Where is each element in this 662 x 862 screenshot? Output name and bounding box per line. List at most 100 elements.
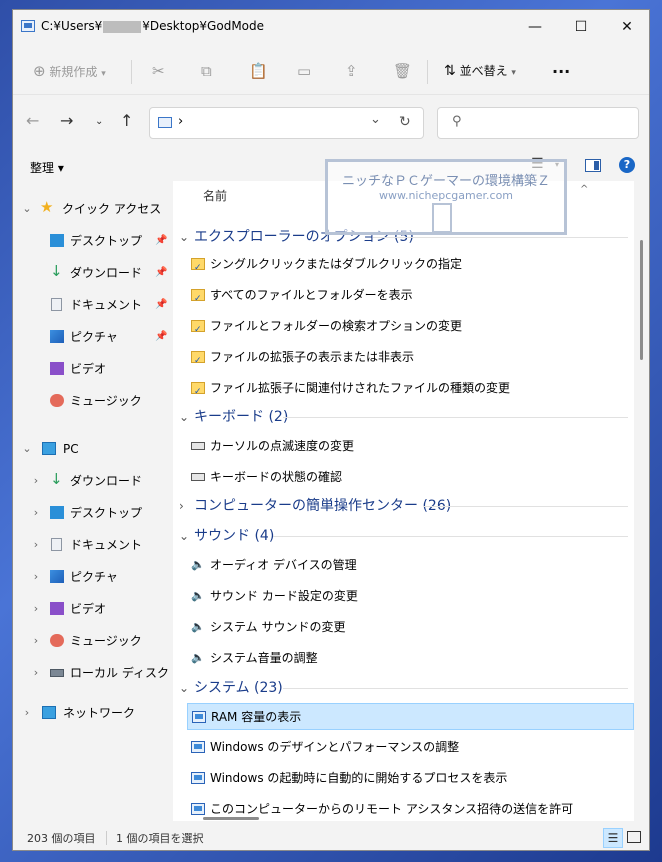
group-header[interactable]: ⌄ キーボード (2): [173, 403, 634, 431]
list-item[interactable]: Windows の起動時に自動的に開始するプロセスを表示: [187, 765, 634, 792]
sidebar-item-pc-videos[interactable]: › ビデオ: [13, 593, 171, 625]
speaker-icon: 🔈: [191, 589, 205, 602]
list-item[interactable]: ファイル拡張子に関連付けされたファイルの種類の変更: [187, 375, 634, 406]
divider: [283, 688, 628, 689]
divider: [373, 237, 628, 238]
watermark-logo: ニッチなＰＣゲーマーの環境構築Ｚ www.nichepcgamer.com: [325, 159, 567, 235]
document-icon: [51, 538, 62, 551]
list-item[interactable]: Windows のデザインとパフォーマンスの調整: [187, 734, 634, 761]
list-item[interactable]: キーボードの状態の確認: [187, 464, 634, 491]
more-options-button[interactable]: ...: [552, 48, 570, 94]
divider: [106, 831, 107, 845]
list-item[interactable]: 🔈 システム サウンドの変更: [187, 614, 634, 641]
chevron-down-icon[interactable]: ⌄: [22, 433, 32, 465]
sidebar-item-pc[interactable]: ⌄ PC: [13, 433, 171, 465]
sidebar-item-music[interactable]: ミュージック: [13, 385, 171, 417]
list-item[interactable]: カーソルの点滅速度の変更: [187, 433, 634, 460]
sidebar-item-pc-pictures[interactable]: › ピクチャ: [13, 561, 171, 593]
delete-icon[interactable]: 🗑: [393, 48, 412, 94]
watermark-title: ニッチなＰＣゲーマーの環境構築Ｚ: [341, 174, 550, 189]
title-bar: C:¥Users¥ ¥Desktop¥GodMode — ☐ ✕: [13, 10, 649, 44]
list-item[interactable]: 🔈 オーディオ デバイスの管理: [187, 552, 634, 579]
plus-icon: ⊕: [33, 62, 46, 80]
video-icon: [50, 602, 64, 615]
preview-pane-icon[interactable]: [585, 159, 601, 172]
computer-icon: [42, 442, 56, 455]
sidebar-item-desktop[interactable]: デスクトップ 📌: [13, 225, 171, 257]
address-bar[interactable]: › ⌄ ↻: [149, 107, 424, 139]
group-header[interactable]: ⌄ サウンド (4): [173, 522, 634, 550]
chevron-down-icon: ▾: [511, 68, 516, 78]
chevron-down-icon[interactable]: ⌄: [179, 522, 189, 550]
vertical-scrollbar[interactable]: [640, 240, 643, 360]
sidebar-item-documents[interactable]: ドキュメント 📌: [13, 289, 171, 321]
pin-icon: 📌: [155, 235, 168, 246]
list-item[interactable]: ファイルとフォルダーの検索オプションの変更: [187, 313, 634, 344]
recent-chevron-icon[interactable]: ⌄: [95, 116, 103, 127]
chevron-right-icon[interactable]: ›: [31, 465, 41, 497]
sidebar-item-pc-documents[interactable]: › ドキュメント: [13, 529, 171, 561]
chevron-right-icon[interactable]: ›: [31, 561, 41, 593]
chevron-down-icon[interactable]: ⌄: [179, 223, 189, 251]
back-arrow-icon[interactable]: ←: [26, 111, 39, 130]
sidebar-item-local-disk[interactable]: › ローカル ディスク (C:): [13, 657, 195, 689]
chevron-right-icon[interactable]: ›: [22, 697, 32, 729]
sidebar-item-pc-desktop[interactable]: › デスクトップ: [13, 497, 171, 529]
pin-icon: 📌: [155, 331, 168, 342]
search-box[interactable]: ⚲: [437, 107, 639, 139]
sidebar-item-network[interactable]: › ネットワーク: [13, 697, 171, 729]
horizontal-scrollbar[interactable]: [203, 817, 259, 820]
chevron-right-icon[interactable]: ›: [31, 529, 41, 561]
control-panel-icon: [191, 348, 205, 375]
sidebar-item-downloads[interactable]: ↓ ダウンロード 📌: [13, 257, 171, 289]
list-item-selected[interactable]: RAM 容量の表示: [187, 703, 634, 730]
chevron-down-icon[interactable]: ⌄: [179, 403, 189, 431]
name-column-header[interactable]: 名前: [203, 187, 227, 204]
sidebar-item-videos[interactable]: ビデオ: [13, 353, 171, 385]
list-item[interactable]: すべてのファイルとフォルダーを表示: [187, 282, 634, 313]
maximize-button[interactable]: ☐: [558, 10, 604, 44]
forward-arrow-icon[interactable]: →: [60, 111, 73, 130]
chevron-right-icon[interactable]: ›: [31, 657, 41, 689]
chevron-right-icon[interactable]: ›: [179, 492, 184, 520]
system-icon: [191, 741, 205, 753]
new-button[interactable]: ⊕ 新規作成 ▾: [33, 48, 106, 94]
rename-icon[interactable]: ▭: [297, 48, 311, 94]
chevron-down-icon[interactable]: ⌄: [179, 674, 189, 702]
refresh-icon[interactable]: ↻: [399, 114, 411, 130]
sidebar-item-pc-music[interactable]: › ミュージック: [13, 625, 171, 657]
list-item[interactable]: ファイルの拡張子の表示または非表示: [187, 344, 634, 375]
download-icon: ↓: [50, 470, 63, 488]
sidebar-item-pc-downloads[interactable]: › ↓ ダウンロード: [13, 465, 171, 497]
chevron-right-icon[interactable]: ›: [31, 497, 41, 529]
share-icon[interactable]: ⇪: [345, 48, 358, 94]
organize-button[interactable]: 整理 ▾: [30, 159, 64, 176]
list-item[interactable]: 🔈 システム音量の調整: [187, 645, 634, 672]
list-item[interactable]: シングルクリックまたはダブルクリックの指定: [187, 251, 634, 282]
pictures-icon: [50, 570, 64, 583]
chevron-right-icon[interactable]: ›: [31, 593, 41, 625]
command-toolbar: ⊕ 新規作成 ▾ ✂ ⧉ 📋 ▭ ⇪ 🗑 ⇅ 並べ替え ▾ ...: [13, 48, 649, 95]
status-bar: 203 個の項目 1 個の項目を選択 ☰: [13, 825, 649, 850]
up-arrow-icon[interactable]: ↑: [120, 111, 133, 130]
chevron-down-icon[interactable]: ⌄: [22, 193, 32, 225]
sidebar-item-quick-access[interactable]: ⌄ ★ クイック アクセス: [13, 193, 171, 225]
group-header[interactable]: ⌄ システム (23): [173, 674, 634, 702]
cut-icon[interactable]: ✂: [152, 48, 165, 94]
group-header[interactable]: › コンピューターの簡単操作センター (26): [173, 492, 634, 520]
large-icons-view-icon[interactable]: [627, 831, 641, 843]
music-icon: [50, 394, 64, 407]
chevron-down-icon: ▾: [101, 69, 106, 79]
paste-icon[interactable]: 📋: [249, 48, 268, 94]
help-icon[interactable]: ?: [619, 157, 635, 173]
list-item[interactable]: 🔈 サウンド カード設定の変更: [187, 583, 634, 610]
address-separator: ›: [178, 114, 184, 129]
chevron-right-icon[interactable]: ›: [31, 625, 41, 657]
sidebar-item-pictures[interactable]: ピクチャ 📌: [13, 321, 171, 353]
details-view-icon[interactable]: ☰: [603, 828, 623, 848]
close-button[interactable]: ✕: [604, 10, 649, 44]
copy-icon[interactable]: ⧉: [201, 48, 212, 94]
minimize-button[interactable]: —: [512, 10, 558, 44]
sort-button[interactable]: ⇅ 並べ替え ▾: [444, 48, 516, 94]
address-dropdown-icon[interactable]: ⌄: [370, 112, 381, 127]
